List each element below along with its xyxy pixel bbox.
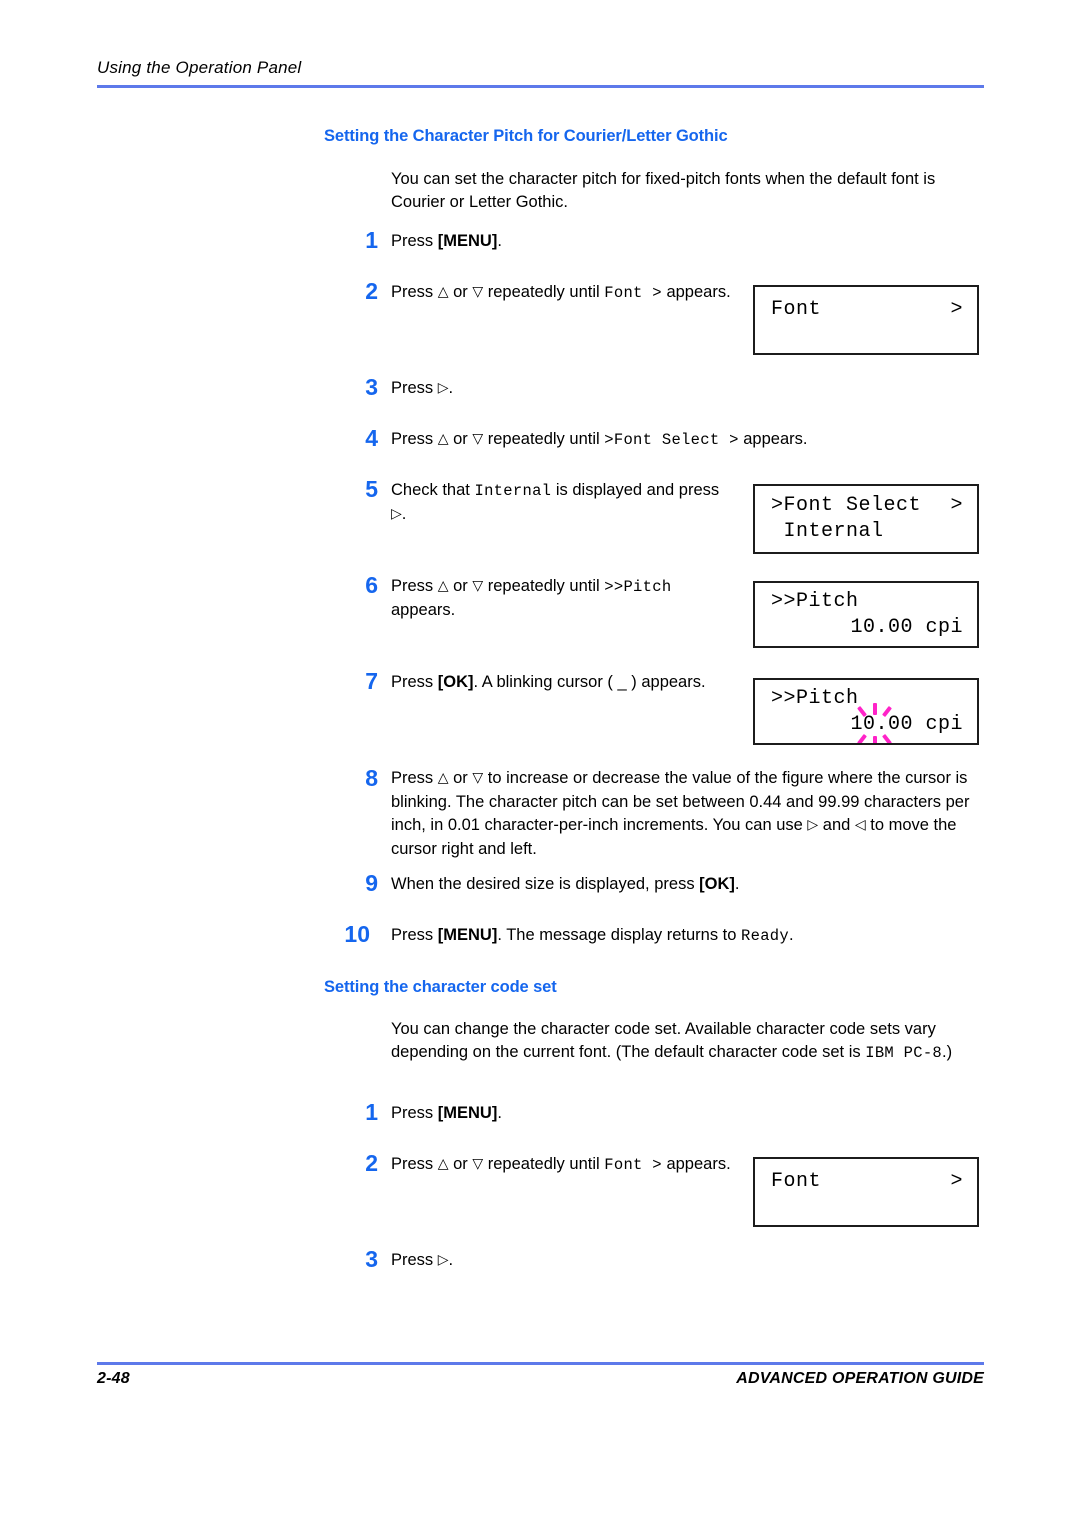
step-number: 1: [365, 1099, 378, 1125]
inline-code-font-select: >Font Select >: [604, 431, 739, 449]
step-text: Press △ or ▽ repeatedly until >Font Sele…: [391, 430, 808, 449]
inline-code-ibm-pc8: IBM PC-8: [865, 1044, 943, 1062]
step-number: 5: [365, 476, 378, 502]
lcd-display-font-2: Font >: [753, 1157, 979, 1227]
step-text: Press △ or ▽ repeatedly until >>Pitch ap…: [391, 577, 672, 619]
step-number: 1: [365, 227, 378, 253]
step-number: 3: [365, 374, 378, 400]
lcd-line-1-left: >>Pitch: [771, 687, 859, 710]
step-number: 7: [365, 668, 378, 694]
step-text: Press [OK]. A blinking cursor ( _ ) appe…: [391, 673, 706, 691]
inline-code-pitch: >>Pitch: [604, 578, 672, 596]
step-number: 6: [365, 572, 378, 598]
down-triangle-icon: ▽: [472, 284, 484, 300]
step-number: 8: [365, 765, 378, 791]
lcd-line-1-left: Font: [771, 298, 822, 321]
menu-key-label: [MENU]: [437, 1104, 498, 1122]
down-triangle-icon: ▽: [472, 578, 484, 594]
section-heading-character-code-set: Setting the character code set: [324, 978, 557, 996]
lcd-line-2-left: Internal: [771, 520, 884, 543]
inline-code-ready: Ready: [741, 927, 790, 945]
step-text: When the desired size is displayed, pres…: [391, 875, 740, 893]
inline-code-internal: Internal: [474, 482, 552, 500]
right-triangle-icon: ▷: [437, 1252, 449, 1268]
step-text: Press △ or ▽ to increase or decrease the…: [391, 769, 970, 858]
ok-key-label: [OK]: [699, 875, 735, 893]
lcd-display-pitch-blinking: >>Pitch 10.00 cpi: [753, 678, 979, 745]
down-triangle-icon: ▽: [472, 1156, 484, 1172]
step-number: 10: [344, 921, 370, 947]
down-triangle-icon: ▽: [472, 770, 484, 786]
ok-key-label: [OK]: [437, 673, 474, 691]
up-triangle-icon: △: [437, 1156, 449, 1172]
running-header: Using the Operation Panel: [97, 58, 302, 77]
up-triangle-icon: △: [437, 284, 449, 300]
step-text: Press ▷.: [391, 1251, 454, 1269]
lcd-line-1-left: >Font Select: [771, 494, 922, 517]
step-text: Press [MENU].: [391, 1104, 502, 1122]
section-intro-character-pitch: You can set the character pitch for fixe…: [391, 170, 936, 211]
header-rule: [97, 85, 984, 88]
step-text: Press △ or ▽ repeatedly until Font > app…: [391, 1155, 731, 1174]
step-number: 2: [365, 1150, 378, 1176]
step-text: Press ▷.: [391, 379, 454, 397]
footer-rule: [97, 1362, 984, 1365]
step-number: 2: [365, 278, 378, 304]
document-page: Using the Operation Panel Setting the Ch…: [0, 0, 1080, 1528]
step-number: 3: [365, 1246, 378, 1272]
left-triangle-icon: ◁: [854, 817, 866, 833]
lcd-line-1-right: >: [950, 1170, 963, 1193]
menu-key-label: [MENU]: [437, 926, 498, 944]
lcd-line-1-left: >>Pitch: [771, 590, 859, 613]
step-text: Press [MENU].: [391, 232, 502, 250]
step-text: Press [MENU]. The message display return…: [391, 926, 794, 945]
up-triangle-icon: △: [437, 770, 449, 786]
down-triangle-icon: ▽: [472, 431, 484, 447]
step-text: Check that Internal is displayed and pre…: [391, 481, 720, 523]
up-triangle-icon: △: [437, 431, 449, 447]
lcd-line-1-right: >: [950, 298, 963, 321]
inline-code-font: Font >: [604, 284, 662, 302]
footer-page-number: 2-48: [97, 1370, 130, 1387]
lcd-display-font-select: >Font Select > Internal: [753, 484, 979, 554]
step-text: Press △ or ▽ repeatedly until Font > app…: [391, 283, 731, 302]
lcd-line-1-left: Font: [771, 1170, 822, 1193]
section-intro-character-code-set: You can change the character code set. A…: [391, 1020, 953, 1062]
up-triangle-icon: △: [437, 578, 449, 594]
right-triangle-icon: ▷: [807, 817, 819, 833]
section-heading-character-pitch: Setting the Character Pitch for Courier/…: [324, 127, 728, 145]
step-number: 9: [365, 870, 378, 896]
lcd-line-2-right: 10.00 cpi: [850, 713, 963, 736]
step-number: 4: [365, 425, 378, 451]
inline-code-font: Font >: [604, 1156, 662, 1174]
right-triangle-icon: ▷: [437, 380, 449, 396]
lcd-display-pitch: >>Pitch 10.00 cpi: [753, 581, 979, 648]
lcd-display-font: Font >: [753, 285, 979, 355]
footer-guide-title: ADVANCED OPERATION GUIDE: [736, 1370, 984, 1387]
lcd-line-1-right: >: [950, 494, 963, 517]
lcd-line-2-right: 10.00 cpi: [850, 616, 963, 639]
menu-key-label: [MENU]: [437, 232, 498, 250]
right-triangle-icon: ▷: [391, 506, 402, 522]
